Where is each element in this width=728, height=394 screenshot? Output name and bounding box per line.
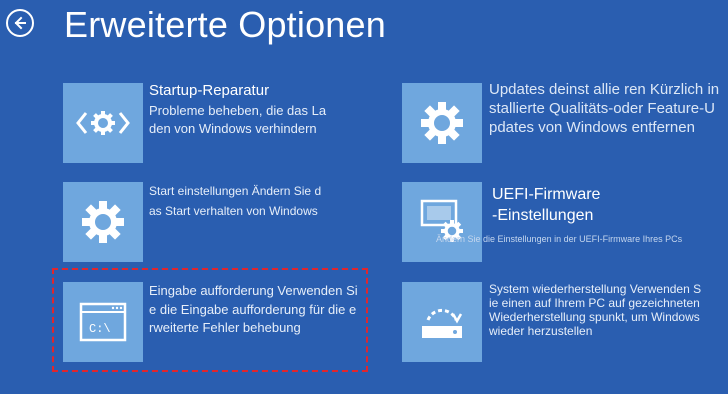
option-desc-line: Wiederherstellung spunkt, um Windows	[489, 310, 700, 324]
option-desc-line: ie einen auf Ihrem PC auf gezeichneten	[489, 296, 700, 310]
back-button[interactable]	[6, 9, 34, 37]
gear-icon	[82, 201, 124, 243]
page-title: Erweiterte Optionen	[64, 4, 386, 45]
gear-icon	[421, 102, 463, 144]
option-desc-line: Ändern Sie die Einstellungen in der UEFI…	[436, 234, 683, 244]
option-desc-line: den von Windows verhindern	[149, 121, 317, 136]
option-desc-line: wieder herzustellen	[489, 324, 593, 338]
option-desc-line: stallierte Qualitäts-oder Feature-U	[489, 100, 715, 117]
option-desc-line: pdates von Windows entfernen	[489, 119, 695, 136]
option-desc-line: Probleme beheben, die das La	[149, 103, 327, 118]
selection-highlight	[52, 268, 368, 372]
uefi-firmware-tile	[402, 182, 482, 262]
option-title: UEFI-Firmware	[492, 186, 601, 203]
back-arrow-icon	[14, 16, 26, 30]
option-desc-line: as Start verhalten von Windows	[149, 204, 318, 218]
option-desc-line: Updates deinst allie ren Kürzlich in	[489, 81, 720, 98]
option-desc-line: System wiederherstellung Verwenden S	[489, 282, 702, 296]
option-desc-line: Start einstellungen Ändern Sie d	[149, 184, 322, 198]
system-restore-tile	[402, 282, 482, 362]
startup-repair-icon	[76, 111, 130, 135]
system-restore-icon	[422, 308, 463, 338]
uninstall-updates-tile	[402, 83, 482, 163]
option-title: Startup-Reparatur	[149, 82, 270, 99]
startup-repair-tile	[63, 83, 143, 163]
option-title: -Einstellungen	[492, 207, 594, 224]
startup-settings-tile	[63, 182, 143, 262]
